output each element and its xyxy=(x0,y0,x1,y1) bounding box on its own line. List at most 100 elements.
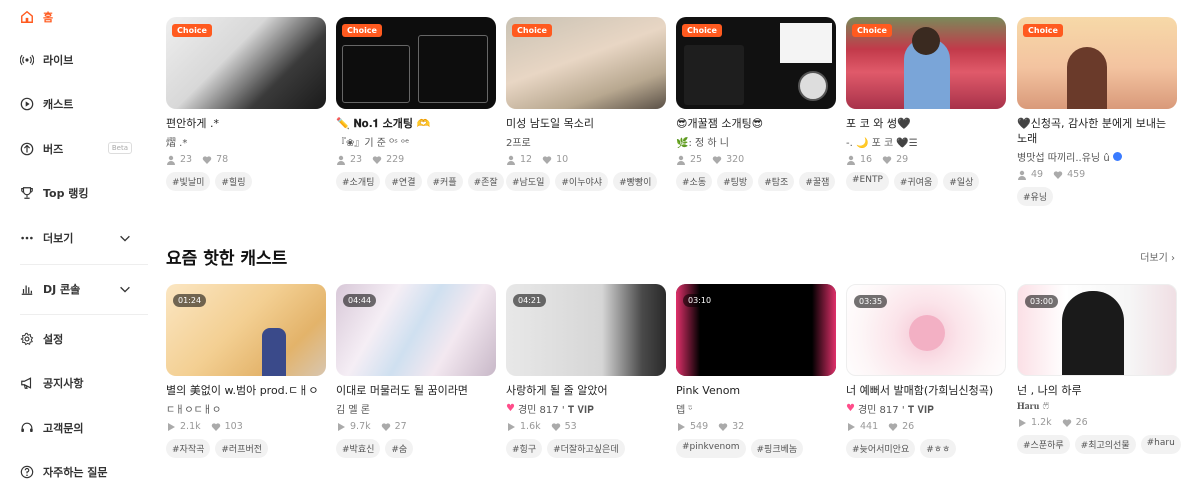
cast-author[interactable]: ♥ 경민 817 ' 𝐓 𝐕𝐈𝐏 xyxy=(846,401,1006,416)
live-thumbnail[interactable]: Choice xyxy=(676,17,836,109)
live-thumbnail[interactable]: Choice xyxy=(166,17,326,109)
chevron-down-icon[interactable] xyxy=(118,231,132,245)
cast-title[interactable]: 너 예뻐서 발매함(가희님신청곡) xyxy=(846,383,1006,398)
cast-card[interactable]: 04:44 이대로 머물러도 될 꿈이라면 김 멜 론 9.7k 27 #박효신… xyxy=(336,284,496,458)
cast-author[interactable]: ㄷㅐㅇㄷㅐㅇ xyxy=(166,401,326,416)
live-author[interactable]: 🌿: 정 하 니 xyxy=(676,134,836,149)
thumb-graphic xyxy=(780,23,832,63)
sidebar-divider xyxy=(20,264,148,265)
tag[interactable]: #커플 xyxy=(426,172,463,191)
tag[interactable]: #귀여움 xyxy=(893,172,939,191)
live-title[interactable]: 편안하게 .* xyxy=(166,116,326,131)
tag[interactable]: #핑크베놈 xyxy=(750,439,804,458)
cast-card[interactable]: 03:10 Pink Venom 뎁 ᵕ̈ 549 32 #pinkvenom … xyxy=(676,284,836,458)
live-card[interactable]: Choice 편안하게 .* 熠 .* 23 78 #빛날미 #힐링 xyxy=(166,17,326,191)
more-link[interactable]: 더보기 › xyxy=(1140,249,1175,264)
chevron-down-icon[interactable] xyxy=(118,282,132,296)
tag[interactable]: #숨 xyxy=(385,439,414,458)
tag[interactable]: #더잘하고싶은데 xyxy=(547,439,625,458)
play-icon xyxy=(1019,418,1026,427)
play-icon xyxy=(508,422,515,431)
cast-author[interactable]: ♥ 경민 817 ' 𝐓 𝐕𝐈𝐏 xyxy=(506,401,666,416)
cast-card[interactable]: 04:21 사랑하게 될 줄 알았어 ♥ 경민 817 ' 𝐓 𝐕𝐈𝐏 1.6k … xyxy=(506,284,666,458)
tag[interactable]: #스푼하루 xyxy=(1017,435,1070,454)
thumb-graphic xyxy=(418,35,488,103)
live-title[interactable]: ✏️ 𝐍𝐨.𝟏 소개팅 🫶 xyxy=(336,116,496,131)
live-title[interactable]: 포 코 와 썽🖤 xyxy=(846,116,1006,131)
listener-count: 12 xyxy=(520,154,533,165)
tag[interactable]: #haru xyxy=(1140,435,1181,454)
sidebar-item-support[interactable]: 고객문의 xyxy=(20,417,132,439)
cast-thumbnail[interactable]: 03:00 xyxy=(1017,284,1177,376)
sidebar-item-cast[interactable]: 캐스트 xyxy=(20,93,132,115)
cast-title[interactable]: 이대로 머물러도 될 꿈이라면 xyxy=(336,383,496,398)
live-title[interactable]: 미성 남도일 목소리 xyxy=(506,116,666,131)
tag[interactable]: #일상 xyxy=(943,172,980,191)
tag[interactable]: #박효신 xyxy=(336,439,381,458)
cast-title[interactable]: Pink Venom xyxy=(676,383,836,398)
tag[interactable]: #팅방 xyxy=(717,172,754,191)
live-title[interactable]: 😎개꿀잼 소개팅😎 xyxy=(676,116,836,131)
tag[interactable]: #소동 xyxy=(676,172,713,191)
cast-card[interactable]: 03:00 넌 , 나의 하루 𝐇𝐚𝐫𝐮 ෆ⃛ 1.2k 26 #스푼하루 #최… xyxy=(1017,284,1181,454)
sidebar-item-home[interactable]: 홈 xyxy=(20,6,132,28)
tag[interactable]: #힐링 xyxy=(215,172,252,191)
live-thumbnail[interactable]: Choice xyxy=(1017,17,1177,109)
tag[interactable]: #자작곡 xyxy=(166,439,211,458)
sidebar-item-notice[interactable]: 공지사항 xyxy=(20,372,132,394)
tag[interactable]: #ㅎㅎ xyxy=(920,439,957,458)
tag[interactable]: #러프버전 xyxy=(215,439,269,458)
tag[interactable]: #연결 xyxy=(385,172,422,191)
cast-thumbnail[interactable]: 03:35 xyxy=(846,284,1006,376)
cast-card[interactable]: 01:24 별의 美없이 w.범아 prod.ㄷㅐㅇ ㄷㅐㅇㄷㅐㅇ 2.1k 1… xyxy=(166,284,326,458)
tag[interactable]: #빵빵이 xyxy=(613,172,658,191)
sidebar-item-label: 버즈 xyxy=(43,143,64,156)
tag[interactable]: #꿀잼 xyxy=(799,172,836,191)
cast-title[interactable]: 사랑하게 될 줄 알았어 xyxy=(506,383,666,398)
cast-author[interactable]: 뎁 ᵕ̈ xyxy=(676,401,836,416)
live-card[interactable]: Choice 포 코 와 썽🖤 -. 🌙 포 코 🖤☰ 16 29 #ENTP … xyxy=(846,17,1006,191)
live-card[interactable]: Choice ✏️ 𝐍𝐨.𝟏 소개팅 🫶 『❀』기 준 ᴼˢ ᵒᵉ 23 229… xyxy=(336,17,504,191)
cast-author[interactable]: 𝐇𝐚𝐫𝐮 ෆ⃛ xyxy=(1017,401,1177,412)
cast-author[interactable]: 김 멜 론 xyxy=(336,401,496,416)
sidebar-item-faq[interactable]: 자주하는 질문 xyxy=(20,461,132,483)
tag[interactable]: #ENTP xyxy=(846,172,889,191)
sidebar-item-more[interactable]: 더보기 xyxy=(20,227,132,249)
cast-thumbnail[interactable]: 04:44 xyxy=(336,284,496,376)
live-card[interactable]: Choice 미성 남도일 목소리 2프로 12 10 #남도일 #이누야샤 #… xyxy=(506,17,666,191)
live-title[interactable]: 🖤신청곡, 감사한 분에게 보내는 노래 xyxy=(1017,116,1177,146)
cast-thumbnail[interactable]: 01:24 xyxy=(166,284,326,376)
cast-thumbnail[interactable]: 03:10 xyxy=(676,284,836,376)
tag[interactable]: #유닝 xyxy=(1017,187,1054,206)
tag[interactable]: #소개팅 xyxy=(336,172,381,191)
live-card[interactable]: Choice 🖤신청곡, 감사한 분에게 보내는 노래 병맛섭 따끼리..유닝 … xyxy=(1017,17,1177,206)
live-thumbnail[interactable]: Choice xyxy=(506,17,666,109)
tag[interactable]: #힝구 xyxy=(506,439,543,458)
tag[interactable]: #존잘 xyxy=(467,172,504,191)
tag[interactable]: #최고의선물 xyxy=(1074,435,1136,454)
cast-thumbnail[interactable]: 04:21 xyxy=(506,284,666,376)
sidebar-item-label: 공지사항 xyxy=(43,377,84,390)
tag[interactable]: #늦어서미안요 xyxy=(846,439,916,458)
sidebar-item-live[interactable]: 라이브 xyxy=(20,49,132,71)
tag[interactable]: #빛날미 xyxy=(166,172,211,191)
sidebar-item-buzz[interactable]: 버즈 Beta xyxy=(20,138,132,160)
live-author[interactable]: 병맛섭 따끼리..유닝 û xyxy=(1017,149,1177,164)
live-author[interactable]: 2프로 xyxy=(506,134,666,149)
live-author[interactable]: 熠 .* xyxy=(166,134,326,149)
tag[interactable]: #이누야샤 xyxy=(555,172,609,191)
sidebar-item-dj-console[interactable]: DJ 콘솔 xyxy=(20,278,132,300)
live-author[interactable]: 『❀』기 준 ᴼˢ ᵒᵉ xyxy=(336,134,496,149)
tag[interactable]: #남도일 xyxy=(506,172,551,191)
cast-title[interactable]: 넌 , 나의 하루 xyxy=(1017,383,1177,398)
live-author[interactable]: -. 🌙 포 코 🖤☰ xyxy=(846,134,1006,149)
tag[interactable]: #pinkvenom xyxy=(676,439,746,458)
live-thumbnail[interactable]: Choice xyxy=(336,17,496,109)
sidebar-item-top-ranking[interactable]: Top 랭킹 xyxy=(20,182,132,204)
sidebar-item-settings[interactable]: 설정 xyxy=(20,328,132,350)
live-card[interactable]: Choice 😎개꿀잼 소개팅😎 🌿: 정 하 니 25 320 #소동 #팅방… xyxy=(676,17,836,191)
cast-title[interactable]: 별의 美없이 w.범아 prod.ㄷㅐㅇ xyxy=(166,383,326,398)
tag[interactable]: #탐조 xyxy=(758,172,795,191)
live-thumbnail[interactable]: Choice xyxy=(846,17,1006,109)
cast-card[interactable]: 03:35 너 예뻐서 발매함(가희님신청곡) ♥ 경민 817 ' 𝐓 𝐕𝐈𝐏 … xyxy=(846,284,1006,458)
